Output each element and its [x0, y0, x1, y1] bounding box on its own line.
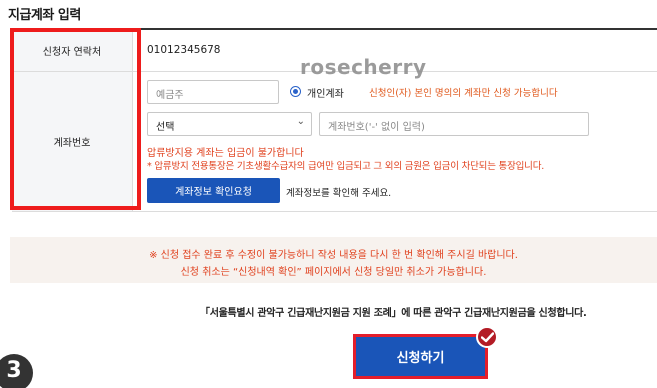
check-icon: [476, 326, 498, 348]
chevron-down-icon: ⌄: [296, 116, 305, 127]
watermark: rosecherry: [300, 55, 427, 79]
personal-account-radio[interactable]: [290, 86, 301, 97]
account-confirm-button[interactable]: 계좌정보 확인요청: [147, 178, 280, 203]
step-number-badge: 3: [0, 354, 33, 388]
highlight-annotation: [10, 28, 141, 210]
notice-line-1: ※ 신청 접수 완료 후 수정이 불가능하니 작성 내용을 다시 한 번 확인해…: [149, 250, 518, 261]
seizure-warning-detail: * 압류방지 전용통장은 기초생활수급자의 급여만 입금되고 그 외의 금원은 …: [147, 161, 545, 172]
bank-select[interactable]: 선택 ⌄: [147, 112, 312, 136]
account-confirm-help: 계좌정보를 확인해 주세요.: [286, 188, 392, 199]
account-holder-input[interactable]: 예금주: [147, 80, 279, 104]
agreement-text: 「서울특별시 관악구 긴급재난지원금 지원 조례」에 따른 관악구 긴급재난지원…: [200, 308, 587, 319]
notice-line-2: 신청 취소는 “신청내역 확인” 페이지에서 신청 당일만 취소가 가능합니다.: [180, 267, 487, 278]
notice-box: ※ 신청 접수 완료 후 수정이 불가능하니 작성 내용을 다시 한 번 확인해…: [10, 237, 657, 283]
bank-select-value: 선택: [156, 122, 175, 133]
personal-account-label: 개인계좌: [307, 89, 344, 100]
personal-account-note: 신청인(자) 본인 명의의 계좌만 신청 가능합니다: [369, 88, 558, 99]
section-title: 지급계좌 입력: [8, 8, 81, 23]
account-value-cell: 예금주 개인계좌 신청인(자) 본인 명의의 계좌만 신청 가능합니다 선택 ⌄…: [133, 72, 657, 211]
apply-button[interactable]: 신청하기: [353, 334, 488, 379]
phone-value: 01012345678: [147, 44, 221, 56]
seizure-warning: 압류방지용 계좌는 입금이 불가합니다: [147, 148, 304, 159]
account-number-input[interactable]: 계좌번호('-' 없이 입력): [319, 112, 589, 136]
